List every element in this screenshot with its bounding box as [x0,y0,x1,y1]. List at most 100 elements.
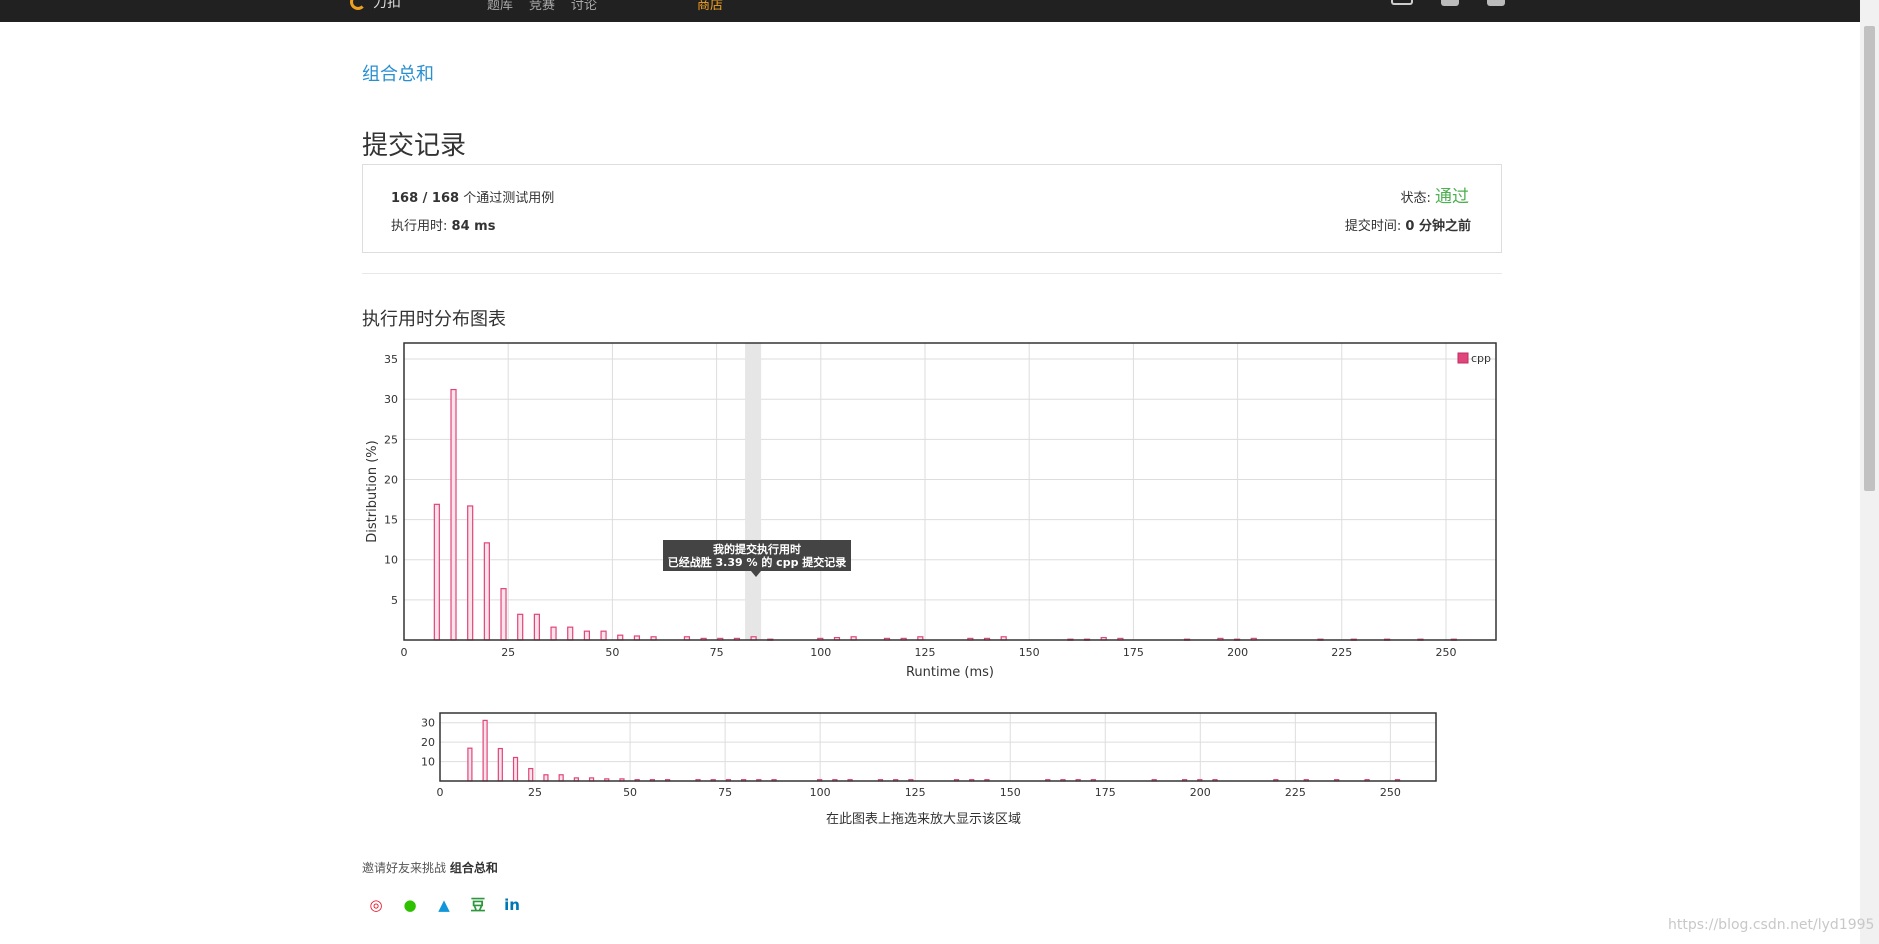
my-submission-tooltip: 我的提交执行用时 已经战胜 3.39 % 的 cpp 提交记录 [663,540,851,577]
invite-text: 邀请好友来挑战 组合总和 [362,859,498,876]
nav-x-tick-label: 100 [810,786,831,799]
linkedin-icon[interactable]: in [502,895,522,915]
nav-bar-cpp [558,774,564,782]
nav-y-tick-label: 30 [421,717,435,730]
nav-x-tick-label: 0 [437,786,444,799]
bar-cpp[interactable] [583,630,590,641]
nav-item-0[interactable] [445,0,487,13]
x-tick-label: 125 [914,646,935,659]
nav-y-tick-label: 10 [421,756,435,769]
nav-bar-cpp [528,767,534,782]
avatar[interactable] [1487,0,1505,6]
page-title: 提交记录 [362,131,467,161]
y-tick-label: 25 [384,433,398,446]
x-axis-label: Runtime (ms) [906,665,994,680]
runtime-value: 84 ms [451,219,496,234]
y-axis-label: Distribution (%) [365,440,380,542]
my-runtime-highlight [745,343,762,640]
bell-icon[interactable] [1441,0,1459,6]
qq-icon[interactable]: ▲ [434,895,454,915]
scrollbar-thumb[interactable] [1864,26,1875,491]
runtime-distribution-chart[interactable]: 0 25 50 75 100 125 150 175 200 225 250 5 10 15 20 25 30 3… [362,340,1502,690]
runtime-label: 执行用时: [391,219,448,234]
submit-time-label: 提交时间: [1344,219,1402,234]
wechat-icon[interactable]: ● [400,895,420,915]
tooltip-line2: 已经战胜 3.39 % 的 cpp 提交记录 [667,556,847,569]
logo-text: 力扣 [373,0,401,11]
nav-menu: 题库 竞赛 讨论 商店 [445,0,739,13]
problem-title-link[interactable]: 组合总和 [362,60,434,86]
submit-time-value: 0 分钟之前 [1405,219,1471,234]
nav-bar-cpp [467,747,473,782]
nav-x-tick-label: 150 [1000,786,1021,799]
nav-bar-cpp [497,747,503,782]
nav-x-tick-label: 175 [1095,786,1116,799]
bar-cpp[interactable] [500,588,507,641]
testcase-summary: 168 / 168 个通过测试用例 [391,187,554,206]
bar-cpp[interactable] [517,613,524,641]
notebook-icon[interactable] [1391,0,1413,5]
bar-cpp[interactable] [467,505,474,641]
y-tick-label: 20 [384,473,398,486]
invite-prefix: 邀请好友来挑战 [362,861,447,875]
nav-right [1391,0,1505,6]
nav-x-tick-label: 250 [1380,786,1401,799]
nav-item-6[interactable]: 商店 [697,0,739,13]
y-tick-label: 5 [391,594,398,607]
submit-time-summary: 提交时间: 0 分钟之前 [1345,215,1471,234]
bar-cpp[interactable] [433,503,440,641]
nav-x-tick-label: 200 [1190,786,1211,799]
y-tick-label: 10 [384,554,398,567]
legend-swatch [1457,352,1469,364]
nav-item-4[interactable] [613,0,655,13]
x-tick-label: 175 [1123,646,1144,659]
nav-item-5[interactable] [655,0,697,13]
y-tick-label: 35 [384,353,398,366]
nav-x-tick-label: 75 [718,786,732,799]
nav-x-tick-label: 225 [1285,786,1306,799]
y-tick-label: 30 [384,393,398,406]
nav-x-tick-label: 125 [905,786,926,799]
bar-cpp[interactable] [600,630,607,641]
x-tick-label: 250 [1435,646,1456,659]
logo[interactable]: 力扣 [345,0,415,14]
top-nav-bar: 力扣 题库 竞赛 讨论 商店 [0,0,1860,22]
share-icons: ◎ ● ▲ 豆 in [366,895,522,915]
bar-cpp[interactable] [450,388,457,641]
navigator-caption: 在此图表上拖选来放大显示该区域 [826,812,1022,827]
x-tick-label: 75 [710,646,724,659]
x-tick-label: 100 [810,646,831,659]
nav-y-tick-label: 20 [421,736,435,749]
scrollbar[interactable] [1860,0,1879,944]
chart-title: 执行用时分布图表 [362,309,506,330]
x-tick-label: 225 [1331,646,1352,659]
submission-result-card: 168 / 168 个通过测试用例 执行用时: 84 ms 状态: 通过 提交时… [362,164,1502,253]
nav-item-3[interactable]: 讨论 [571,0,613,13]
status-summary: 状态: 通过 [1400,182,1469,207]
divider [362,273,1502,274]
nav-item-2[interactable]: 竞赛 [529,0,571,13]
bar-cpp[interactable] [483,542,490,641]
weibo-icon[interactable]: ◎ [366,895,386,915]
legend-label: cpp [1471,352,1491,365]
watermark: https://blog.csdn.net/lyd1995 [1668,917,1875,933]
nav-x-tick-label: 50 [623,786,637,799]
nav-item-1[interactable]: 题库 [487,0,529,13]
nav-bar-cpp [482,719,488,782]
passed-suffix: 个通过测试用例 [463,191,555,206]
y-tick-label: 15 [384,514,398,527]
status-badge[interactable]: 通过 [1435,187,1469,207]
douban-icon[interactable]: 豆 [468,895,488,915]
plot-area [404,343,1496,640]
navigator-chart[interactable]: 0 25 50 75 100 125 150 175 200 225 250 10 20 30 [400,708,1450,808]
nav-bar-cpp [512,756,519,782]
bar-cpp[interactable] [533,613,540,641]
x-tick-label: 0 [401,646,408,659]
passed-count: 168 / 168 [391,191,460,206]
tooltip-line1: 我的提交执行用时 [713,543,801,556]
invite-problem: 组合总和 [449,861,498,875]
bar-cpp[interactable] [567,626,574,641]
nav-bar-cpp [543,774,549,782]
x-tick-label: 50 [605,646,619,659]
bar-cpp[interactable] [550,626,557,641]
